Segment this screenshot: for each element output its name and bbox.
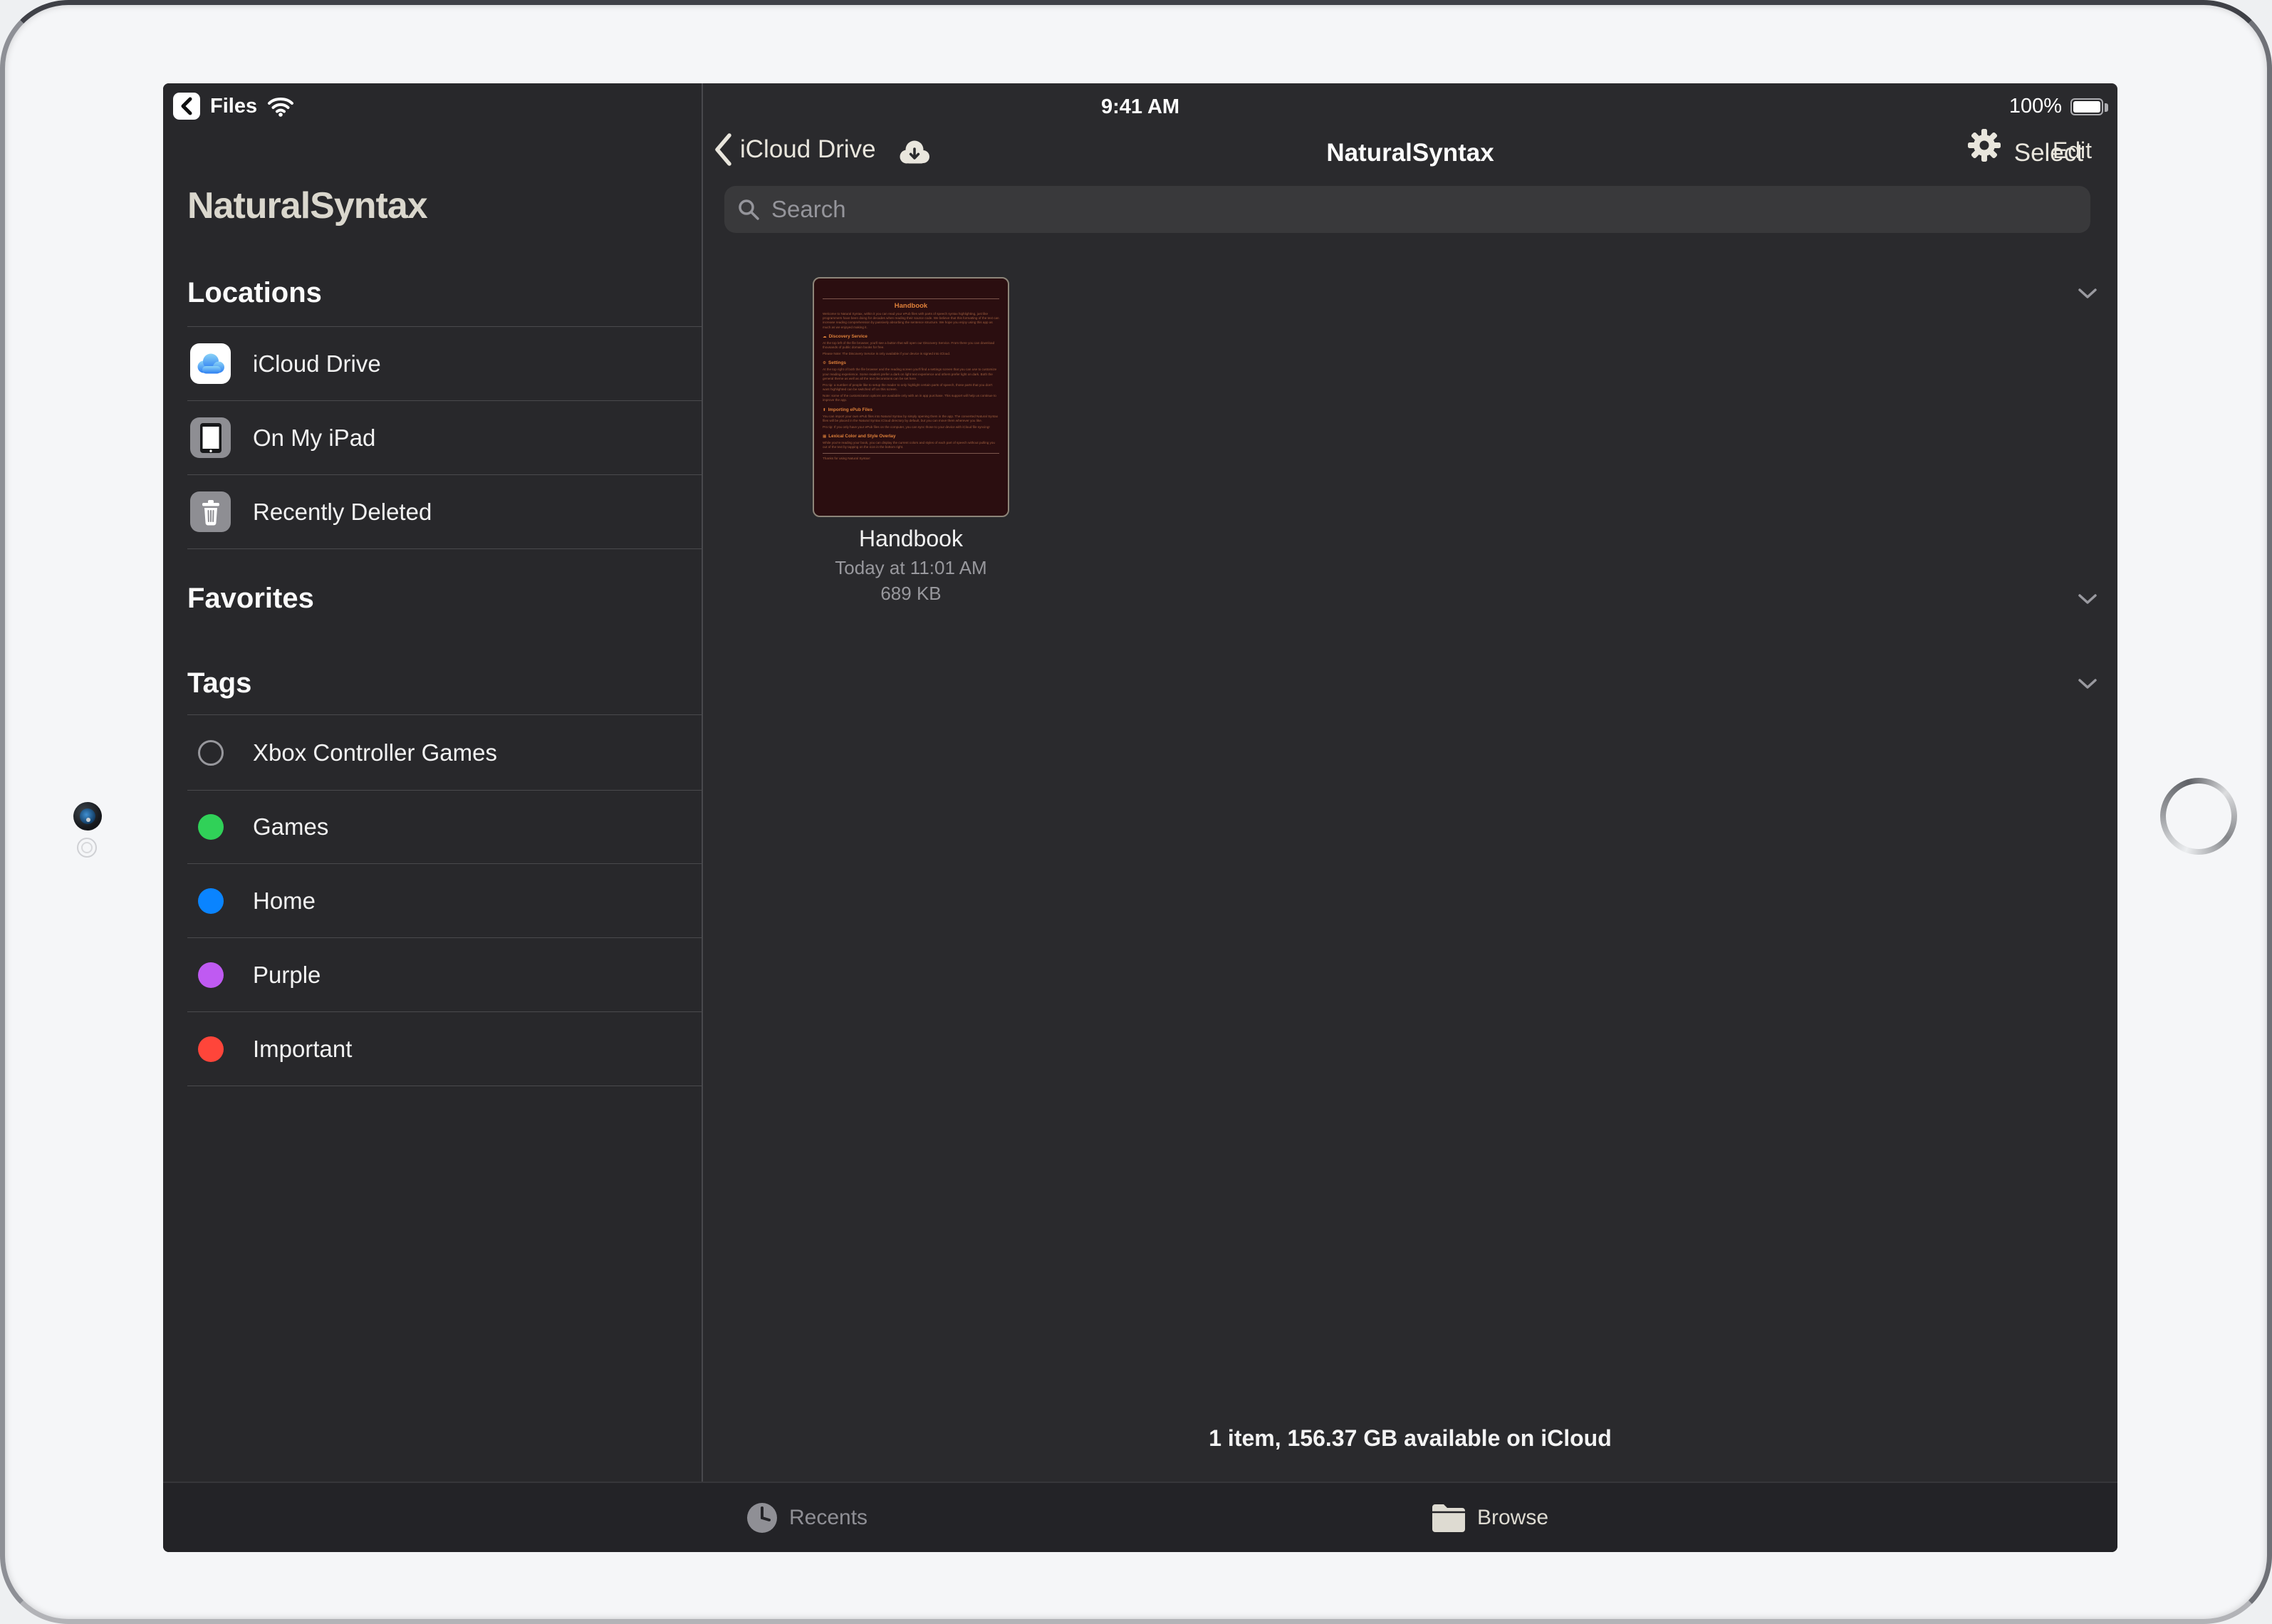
ipad-icon <box>190 417 231 458</box>
tag-circle-icon <box>198 1036 224 1062</box>
sidebar-tag-purple[interactable]: Purple <box>163 938 702 1011</box>
file-item-handbook[interactable]: Handbook Welcome to Natural Syntax, with… <box>793 277 1028 605</box>
file-thumbnail: Handbook Welcome to Natural Syntax, with… <box>813 277 1009 517</box>
tag-label: Home <box>253 888 316 915</box>
tab-recents[interactable]: Recents <box>746 1483 867 1552</box>
tag-label: Purple <box>253 962 321 989</box>
wifi-icon <box>267 96 294 117</box>
file-browser-pane: iCloud Drive NaturalSyntax <box>703 83 2117 1482</box>
back-to-app-button[interactable] <box>173 93 200 120</box>
trash-icon <box>190 491 231 532</box>
sidebar-tag-xbox-controller-games[interactable]: Xbox Controller Games <box>163 715 702 790</box>
sidebar-tag-important[interactable]: Important <box>163 1012 702 1086</box>
sidebar-tag-games[interactable]: Games <box>163 791 702 863</box>
chevron-left-icon <box>713 132 733 167</box>
thumb-doc-title: Handbook <box>823 302 999 310</box>
tag-label: Xbox Controller Games <box>253 739 497 766</box>
ambient-sensor <box>77 838 97 858</box>
search-icon <box>737 198 760 221</box>
sidebar-tag-home[interactable]: Home <box>163 864 702 937</box>
select-button[interactable]: Select <box>2014 139 2083 167</box>
thumb-overlay-glyph: ▦ <box>823 434 826 439</box>
search-input[interactable] <box>770 195 2078 224</box>
clock-icon <box>746 1501 778 1534</box>
sidebar-item-label: Recently Deleted <box>253 499 432 526</box>
tag-circle-icon <box>198 740 224 766</box>
status-clock: 9:41 AM <box>163 95 2117 119</box>
item-count-status: 1 item, 156.37 GB available on iCloud <box>703 1425 2117 1452</box>
thumb-gear-glyph: ⚙ <box>823 361 826 365</box>
thumb-import-glyph: ⬆ <box>823 408 826 412</box>
battery-icon <box>2070 98 2103 115</box>
ipad-device-frame: Files 9:41 AM 100% Edit NaturalSyntax Lo… <box>0 0 2272 1624</box>
battery-percent: 100% <box>2009 95 2062 118</box>
back-button[interactable]: iCloud Drive <box>713 129 876 170</box>
section-header-favorites[interactable]: Favorites <box>187 583 314 615</box>
back-button-label: iCloud Drive <box>740 135 876 164</box>
file-modified-date: Today at 11:01 AM <box>793 557 1028 579</box>
file-size: 689 KB <box>793 583 1028 605</box>
icloud-drive-icon <box>190 343 231 384</box>
sidebar-item-on-my-ipad[interactable]: On My iPad <box>163 401 702 474</box>
folder-icon <box>1431 1503 1466 1532</box>
tab-bar: Recents Browse <box>163 1482 2117 1552</box>
back-to-app-label: Files <box>210 95 257 118</box>
tab-recents-label: Recents <box>789 1506 867 1530</box>
status-bar-right: 100% <box>2009 95 2103 118</box>
front-camera <box>73 802 102 831</box>
search-bar[interactable] <box>724 186 2090 233</box>
file-name: Handbook <box>793 526 1028 552</box>
sidebar-item-label: iCloud Drive <box>253 350 381 378</box>
sidebar-item-icloud-drive[interactable]: iCloud Drive <box>163 327 702 400</box>
tag-circle-icon <box>198 962 224 988</box>
tag-circle-icon <box>198 888 224 914</box>
tab-browse-label: Browse <box>1477 1506 1548 1530</box>
files-app-screen: Files 9:41 AM 100% Edit NaturalSyntax Lo… <box>163 83 2117 1552</box>
section-header-locations[interactable]: Locations <box>187 277 322 309</box>
section-header-tags[interactable]: Tags <box>187 667 251 699</box>
sidebar-item-recently-deleted[interactable]: Recently Deleted <box>163 475 702 548</box>
sidebar-item-label: On My iPad <box>253 425 375 452</box>
home-button[interactable] <box>2160 778 2237 855</box>
tag-label: Games <box>253 813 328 840</box>
app-title: NaturalSyntax <box>187 184 427 227</box>
tag-circle-icon <box>198 814 224 840</box>
gear-icon[interactable] <box>1966 127 2002 167</box>
tag-label: Important <box>253 1036 352 1063</box>
cloud-download-icon[interactable] <box>897 139 932 169</box>
thumb-cloud-glyph: ☁ <box>823 335 827 339</box>
chevron-left-icon <box>179 97 194 115</box>
status-bar-left: Files <box>173 93 294 120</box>
tab-browse[interactable]: Browse <box>1431 1483 1548 1552</box>
